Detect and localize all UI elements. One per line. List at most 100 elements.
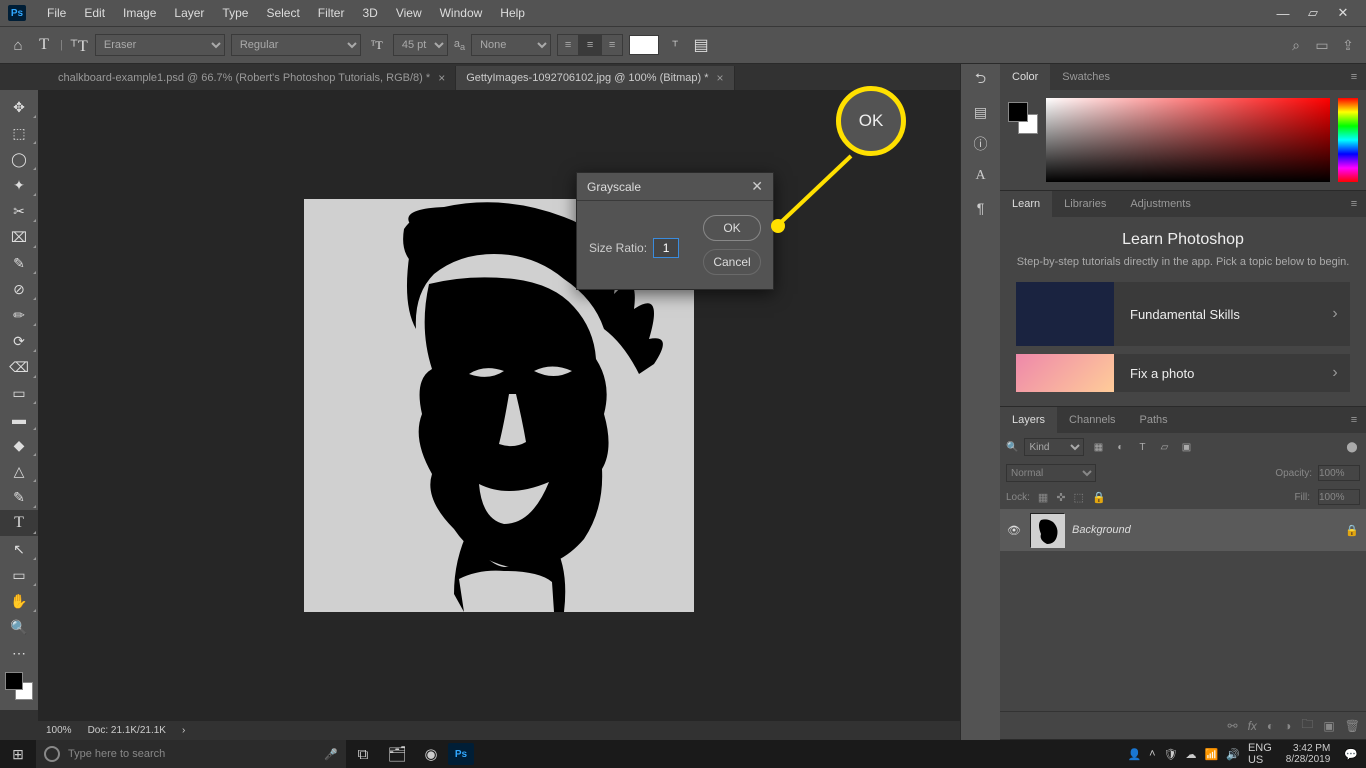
menu-window[interactable]: Window bbox=[431, 6, 492, 20]
group-icon[interactable]: 🗀 bbox=[1301, 715, 1313, 736]
font-family-select[interactable]: Eraser bbox=[95, 34, 225, 56]
tab-channels[interactable]: Channels bbox=[1057, 407, 1127, 433]
gradient-tool-icon[interactable]: ▬ bbox=[0, 406, 38, 432]
tab-swatches[interactable]: Swatches bbox=[1050, 64, 1122, 90]
lock-icon[interactable]: 🔒 bbox=[1344, 524, 1360, 537]
align-center-icon[interactable]: ≡ bbox=[579, 34, 601, 56]
align-right-icon[interactable]: ≡ bbox=[601, 34, 623, 56]
lock-position-icon[interactable]: ✜ bbox=[1056, 491, 1065, 504]
paragraph-panel-icon[interactable]: ¶ bbox=[961, 192, 1000, 224]
properties-panel-icon[interactable]: ▤ bbox=[961, 96, 1000, 128]
window-restore-icon[interactable]: ▱ bbox=[1298, 5, 1328, 21]
color-swatches[interactable] bbox=[5, 672, 33, 700]
window-minimize-icon[interactable]: — bbox=[1268, 6, 1298, 21]
layer-filter-select[interactable]: Kind bbox=[1024, 438, 1084, 456]
character-panel-icon[interactable]: ▤ bbox=[691, 35, 711, 55]
layer-row[interactable]: 👁 Background 🔒 bbox=[1000, 509, 1366, 551]
shape-tool-icon[interactable]: ▭ bbox=[0, 562, 38, 588]
search-icon[interactable]: ⌕ bbox=[1286, 37, 1306, 54]
notifications-icon[interactable]: 💬 bbox=[1344, 748, 1358, 761]
crop-tool-icon[interactable]: ✂ bbox=[0, 198, 38, 224]
warp-text-icon[interactable]: ⸆ bbox=[665, 36, 685, 54]
brush-tool-icon[interactable]: ✏ bbox=[0, 302, 38, 328]
share-icon[interactable]: ⇪ bbox=[1338, 37, 1358, 54]
filter-pixel-icon[interactable]: ▦ bbox=[1090, 442, 1106, 453]
task-view-icon[interactable]: ⧉ bbox=[346, 746, 380, 763]
cancel-button[interactable]: Cancel bbox=[703, 249, 761, 275]
hand-tool-icon[interactable]: ✋ bbox=[0, 588, 38, 614]
font-weight-select[interactable]: Regular bbox=[231, 34, 361, 56]
photoshop-taskbar-icon[interactable]: Ps bbox=[448, 743, 474, 765]
onedrive-icon[interactable]: ☁ bbox=[1186, 748, 1197, 761]
frame-tool-icon[interactable]: ⌧ bbox=[0, 224, 38, 250]
visibility-icon[interactable]: 👁 bbox=[1006, 524, 1022, 537]
wand-tool-icon[interactable]: ✦ bbox=[0, 172, 38, 198]
canvas-area[interactable] bbox=[38, 90, 960, 720]
tab-color[interactable]: Color bbox=[1000, 64, 1050, 90]
text-color-swatch[interactable] bbox=[629, 35, 659, 55]
home-icon[interactable]: ⌂ bbox=[8, 37, 28, 54]
menu-file[interactable]: File bbox=[38, 6, 75, 20]
panel-menu-icon[interactable]: ≡ bbox=[1342, 414, 1366, 426]
panel-menu-icon[interactable]: ≡ bbox=[1342, 198, 1366, 210]
opacity-input[interactable] bbox=[1318, 465, 1360, 481]
filter-smart-icon[interactable]: ▣ bbox=[1178, 442, 1194, 453]
dodge-tool-icon[interactable]: △ bbox=[0, 458, 38, 484]
close-icon[interactable]: ✕ bbox=[751, 178, 763, 195]
eyedropper-tool-icon[interactable]: ✎ bbox=[0, 250, 38, 276]
start-button[interactable]: ⊞ bbox=[0, 746, 36, 763]
align-left-icon[interactable]: ≡ bbox=[557, 34, 579, 56]
move-tool-icon[interactable]: ✥ bbox=[0, 94, 38, 120]
taskbar-clock[interactable]: 3:42 PM8/28/2019 bbox=[1280, 743, 1337, 765]
fill-input[interactable] bbox=[1318, 489, 1360, 505]
filter-toggle-icon[interactable]: ⬤ bbox=[1344, 442, 1360, 453]
type-orientation-icon[interactable]: ⸆T bbox=[69, 34, 89, 56]
adjustment-icon[interactable]: ◑ bbox=[1284, 719, 1291, 733]
mic-icon[interactable]: 🎤 bbox=[324, 748, 338, 761]
new-layer-icon[interactable]: ▣ bbox=[1323, 719, 1334, 733]
zoom-tool-icon[interactable]: 🔍 bbox=[0, 614, 38, 640]
zoom-level[interactable]: 100% bbox=[46, 725, 72, 736]
menu-filter[interactable]: Filter bbox=[309, 6, 354, 20]
tab-learn[interactable]: Learn bbox=[1000, 191, 1052, 217]
stamp-tool-icon[interactable]: ⟳ bbox=[0, 328, 38, 354]
mask-icon[interactable]: ◐ bbox=[1267, 719, 1274, 733]
menu-help[interactable]: Help bbox=[491, 6, 534, 20]
close-icon[interactable]: × bbox=[438, 71, 445, 85]
layer-thumbnail[interactable] bbox=[1030, 513, 1064, 547]
fx-icon[interactable]: fx bbox=[1248, 719, 1257, 733]
type-tool-icon[interactable]: T bbox=[0, 510, 38, 536]
file-explorer-icon[interactable]: 🗂 bbox=[380, 745, 414, 763]
lock-artboard-icon[interactable]: ⬚ bbox=[1074, 491, 1084, 504]
character-panel-icon[interactable]: A bbox=[961, 160, 1000, 192]
menu-image[interactable]: Image bbox=[114, 6, 165, 20]
filter-adjust-icon[interactable]: ◐ bbox=[1112, 442, 1128, 453]
blend-mode-select[interactable]: Normal bbox=[1006, 464, 1096, 482]
document-tab[interactable]: GettyImages-1092706102.jpg @ 100% (Bitma… bbox=[456, 66, 734, 90]
history-brush-tool-icon[interactable]: ⌫ bbox=[0, 354, 38, 380]
size-ratio-input[interactable] bbox=[653, 238, 679, 258]
tab-layers[interactable]: Layers bbox=[1000, 407, 1057, 433]
workspace-icon[interactable]: ▭ bbox=[1312, 37, 1332, 54]
ok-button[interactable]: OK bbox=[703, 215, 761, 241]
menu-type[interactable]: Type bbox=[213, 6, 257, 20]
lasso-tool-icon[interactable]: ◯ bbox=[0, 146, 38, 172]
language-indicator[interactable]: ENGUS bbox=[1248, 742, 1272, 766]
taskbar-search[interactable]: Type here to search 🎤 bbox=[36, 740, 346, 768]
link-layers-icon[interactable]: ⚯ bbox=[1228, 719, 1238, 733]
filter-type-icon[interactable]: T bbox=[1134, 442, 1150, 453]
lock-pixels-icon[interactable]: ▦ bbox=[1038, 491, 1048, 504]
tab-adjustments[interactable]: Adjustments bbox=[1118, 191, 1203, 217]
info-panel-icon[interactable]: ⓘ bbox=[961, 128, 1000, 160]
menu-layer[interactable]: Layer bbox=[165, 6, 213, 20]
hue-slider[interactable] bbox=[1338, 98, 1358, 182]
tray-chevron-icon[interactable]: ˄ bbox=[1149, 748, 1155, 760]
edit-toolbar-icon[interactable]: ⋯ bbox=[0, 640, 38, 666]
volume-icon[interactable]: 🔊 bbox=[1226, 748, 1240, 761]
path-tool-icon[interactable]: ↖ bbox=[0, 536, 38, 562]
tab-paths[interactable]: Paths bbox=[1128, 407, 1180, 433]
document-tab[interactable]: chalkboard-example1.psd @ 66.7% (Robert'… bbox=[48, 66, 456, 90]
close-icon[interactable]: × bbox=[717, 71, 724, 85]
eraser-tool-icon[interactable]: ▭ bbox=[0, 380, 38, 406]
antialias-select[interactable]: None bbox=[471, 34, 551, 56]
